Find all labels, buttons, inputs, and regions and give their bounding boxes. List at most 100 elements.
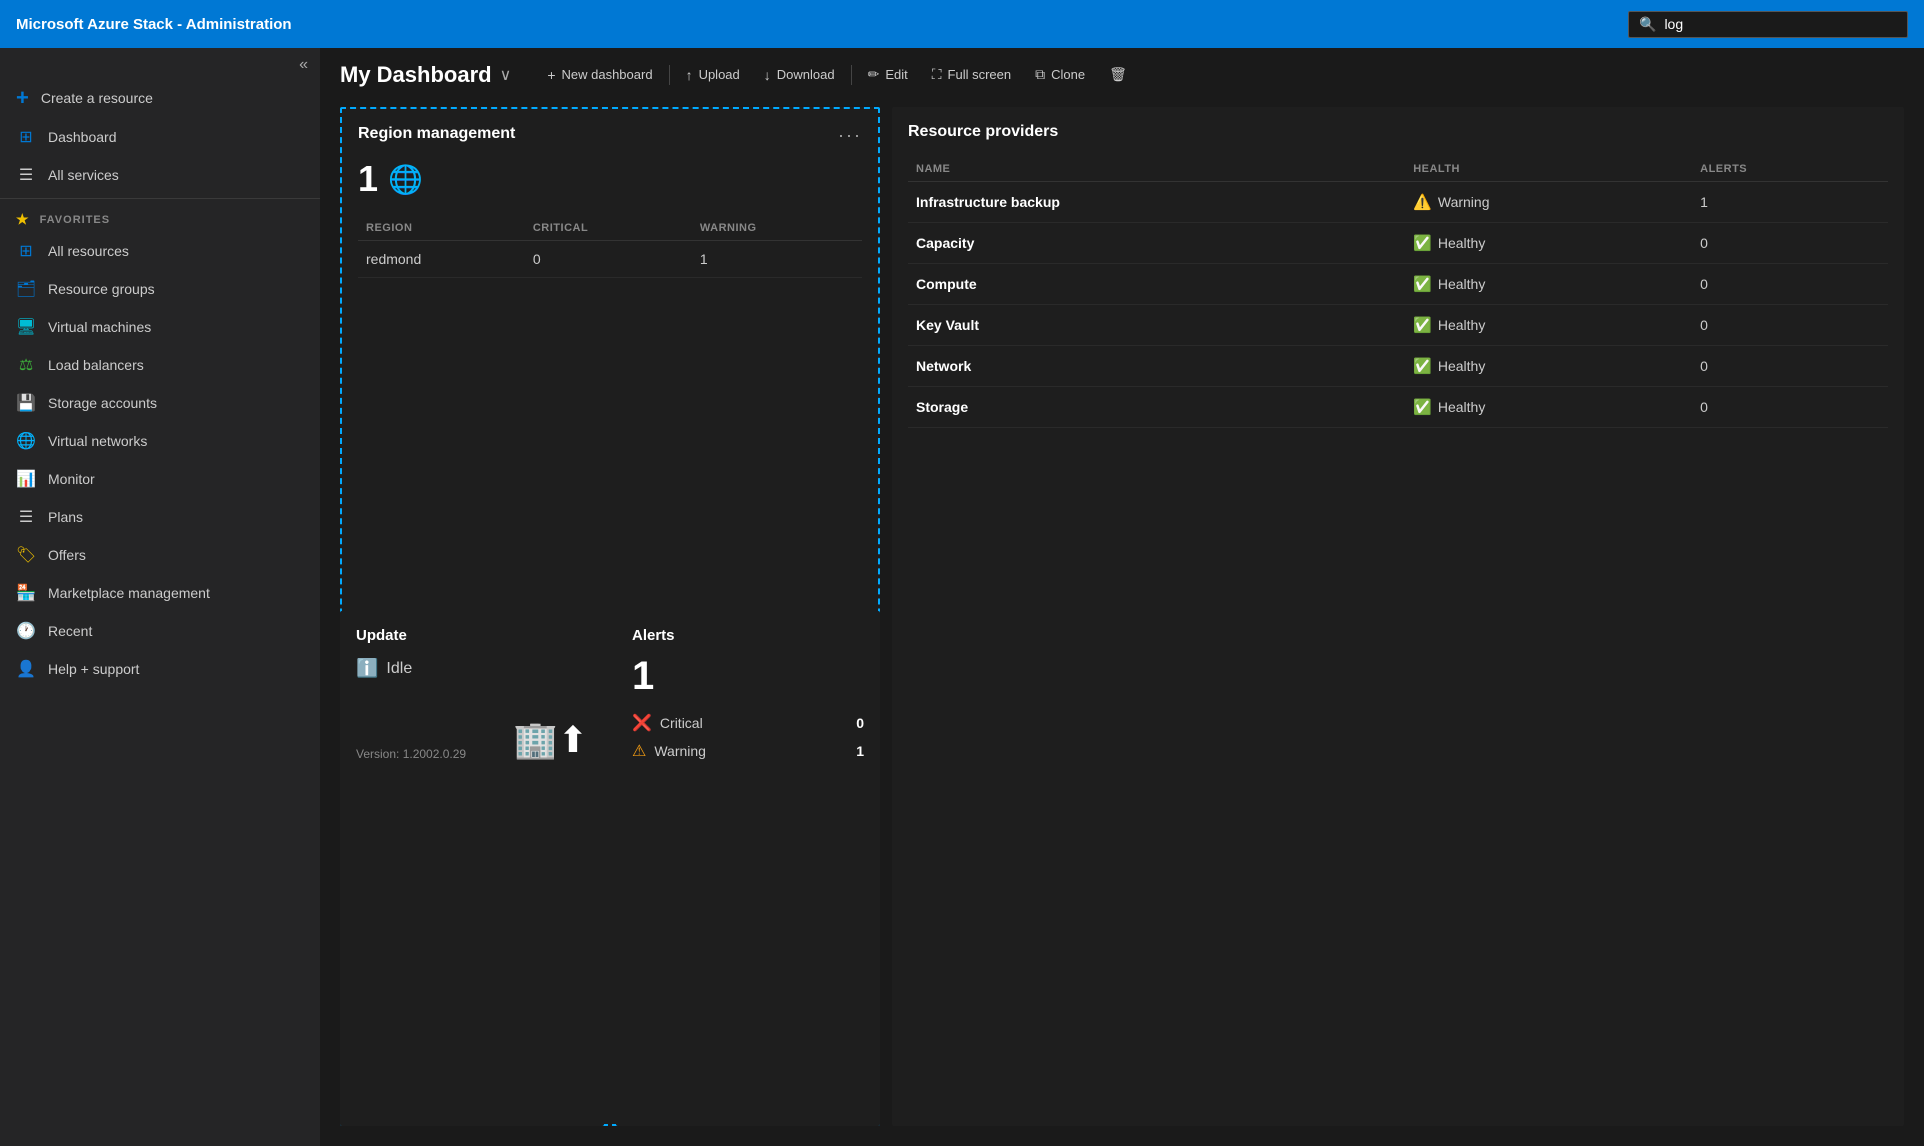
new-dashboard-button[interactable]: + New dashboard [535, 61, 664, 89]
rp-col-alerts: ALERTS [1692, 157, 1888, 182]
rp-cell-health: ✅ Healthy [1405, 305, 1692, 346]
favorites-label: FAVORITES [40, 214, 111, 226]
favorites-header: ★ FAVORITES [0, 203, 320, 232]
sidebar-item-resource-groups[interactable]: 🗂 Resource groups [0, 270, 320, 308]
sidebar-item-recent[interactable]: 🕐 Recent [0, 612, 320, 650]
alert-label: Warning [654, 743, 706, 759]
edit-button[interactable]: ✏ Edit [856, 60, 920, 89]
health-status-text: Warning [1438, 194, 1490, 210]
main-layout: « + Create a resource ⊞ Dashboard ☰ All … [0, 48, 1924, 1146]
toolbar-sep-2 [851, 65, 852, 85]
create-resource-label: Create a resource [41, 90, 153, 106]
dashboard-grid: Region management ··· 1 🌐 REGION CRITICA… [320, 99, 1924, 1146]
alert-row-item: ⚠ Warning 1 [632, 741, 864, 761]
rp-table-row[interactable]: Storage ✅ Healthy 0 [908, 387, 1888, 428]
sidebar-item-all-resources[interactable]: ⊞ All resources [0, 232, 320, 270]
sidebar-item-dashboard[interactable]: ⊞ Dashboard [0, 118, 320, 156]
upload-label: Upload [699, 67, 740, 82]
sidebar-item-offers[interactable]: 🏷 Offers [0, 536, 320, 574]
rp-table-row[interactable]: Key Vault ✅ Healthy 0 [908, 305, 1888, 346]
rp-table-row[interactable]: Infrastructure backup ⚠️ Warning 1 [908, 182, 1888, 223]
fullscreen-button[interactable]: ⛶ Full screen [920, 60, 1023, 89]
region-globe-icon: 🌐 [388, 163, 423, 196]
region-count: 1 [358, 158, 378, 200]
rp-col-health: HEALTH [1405, 157, 1692, 182]
health-status-text: Healthy [1438, 235, 1485, 251]
sidebar-item-virtual-machines[interactable]: 🖥 Virtual machines [0, 308, 320, 346]
health-status-icon: ✅ [1413, 357, 1432, 375]
all-resources-icon: ⊞ [16, 241, 36, 261]
update-status: ℹ️ Idle [356, 658, 588, 679]
fullscreen-icon: ⛶ [932, 66, 942, 83]
virtual-networks-icon: 🌐 [16, 431, 36, 451]
sidebar-label-all-services: All services [48, 167, 119, 183]
health-status-icon: ✅ [1413, 398, 1432, 416]
rp-cell-health: ✅ Healthy [1405, 387, 1692, 428]
update-card: Update ℹ️ Idle Version: 1.2002.0.29 🏢⬆ [340, 611, 604, 1126]
rp-cell-name: Network [908, 346, 1405, 387]
app-title: Microsoft Azure Stack - Administration [16, 16, 1628, 33]
clone-label: Clone [1051, 67, 1085, 82]
alerts-total-count: 1 [632, 654, 864, 699]
clone-button[interactable]: ⧉ Clone [1023, 60, 1097, 89]
rp-cell-name: Key Vault [908, 305, 1405, 346]
sidebar-item-storage-accounts[interactable]: 💾 Storage accounts [0, 384, 320, 422]
rp-cell-health: ⚠️ Warning [1405, 182, 1692, 223]
health-status-icon: ⚠️ [1413, 193, 1432, 211]
sidebar-label-virtual-networks: Virtual networks [48, 433, 147, 449]
delete-button[interactable]: 🗑 [1097, 60, 1139, 89]
sidebar-item-load-balancers[interactable]: ⚖ Load balancers [0, 346, 320, 384]
monitor-icon: 📊 [16, 469, 36, 489]
sidebar-label-storage-accounts: Storage accounts [48, 395, 157, 411]
region-table: REGION CRITICAL WARNING redmond 0 1 [358, 216, 862, 278]
sidebar-label-all-resources: All resources [48, 243, 129, 259]
bottom-left-cards: Update ℹ️ Idle Version: 1.2002.0.29 🏢⬆ A… [340, 611, 880, 1126]
new-dashboard-label: New dashboard [562, 67, 653, 82]
rp-cell-health: ✅ Healthy [1405, 264, 1692, 305]
edit-icon: ✏ [868, 66, 880, 83]
region-table-row[interactable]: redmond 0 1 [358, 241, 862, 278]
sidebar-item-plans[interactable]: ☰ Plans [0, 498, 320, 536]
sidebar-item-monitor[interactable]: 📊 Monitor [0, 460, 320, 498]
download-button[interactable]: ↓ Download [752, 61, 847, 89]
health-status-icon: ✅ [1413, 316, 1432, 334]
sidebar-label-virtual-machines: Virtual machines [48, 319, 151, 335]
help-support-icon: 👤 [16, 659, 36, 679]
alerts-card: Alerts 1 ❌ Critical 0 ⚠ Warning 1 [616, 611, 880, 1126]
sidebar-item-create-resource[interactable]: + Create a resource [0, 78, 320, 118]
favorites-star-icon: ★ [16, 211, 30, 228]
health-status-text: Healthy [1438, 358, 1485, 374]
rp-table-row[interactable]: Capacity ✅ Healthy 0 [908, 223, 1888, 264]
region-card-menu-button[interactable]: ··· [838, 125, 862, 146]
alerts-title: Alerts [632, 627, 864, 644]
rp-table-row[interactable]: Network ✅ Healthy 0 [908, 346, 1888, 387]
dashboard-chevron-icon[interactable]: ∨ [500, 65, 512, 85]
rp-table-row[interactable]: Compute ✅ Healthy 0 [908, 264, 1888, 305]
rp-cell-alerts: 0 [1692, 346, 1888, 387]
upload-button[interactable]: ↑ Upload [674, 61, 752, 89]
sidebar-item-help-support[interactable]: 👤 Help + support [0, 650, 320, 688]
version-text: Version: 1.2002.0.29 [356, 747, 466, 761]
dashboard-title: My Dashboard [340, 62, 492, 88]
rp-cell-alerts: 0 [1692, 387, 1888, 428]
sidebar-item-virtual-networks[interactable]: 🌐 Virtual networks [0, 422, 320, 460]
health-status-icon: ✅ [1413, 234, 1432, 252]
region-col-region: REGION [358, 216, 525, 241]
rp-cell-alerts: 0 [1692, 305, 1888, 346]
download-icon: ↓ [764, 67, 771, 83]
collapse-button[interactable]: « [299, 56, 308, 74]
sidebar-label-recent: Recent [48, 623, 92, 639]
sidebar-item-marketplace-management[interactable]: 🏪 Marketplace management [0, 574, 320, 612]
all-services-icon: ☰ [16, 165, 36, 185]
health-status-text: Healthy [1438, 276, 1485, 292]
top-bar: Microsoft Azure Stack - Administration 🔍 [0, 0, 1924, 48]
region-col-critical: CRITICAL [525, 216, 692, 241]
region-count-wrap: 1 🌐 [358, 158, 862, 200]
search-input[interactable] [1664, 16, 1897, 32]
health-status-icon: ✅ [1413, 275, 1432, 293]
search-bar[interactable]: 🔍 [1628, 11, 1908, 38]
sidebar-item-all-services[interactable]: ☰ All services [0, 156, 320, 194]
load-balancers-icon: ⚖ [16, 355, 36, 375]
sidebar-label-offers: Offers [48, 547, 86, 563]
fullscreen-label: Full screen [948, 67, 1012, 82]
